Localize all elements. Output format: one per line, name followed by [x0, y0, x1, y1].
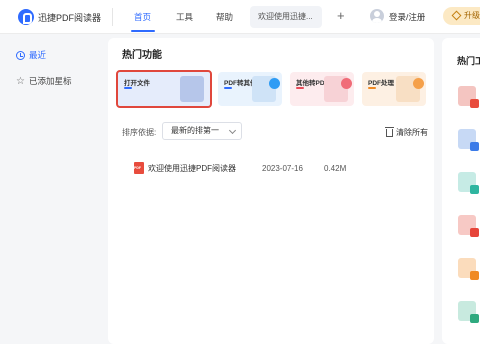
sidebar-item-label: 最近: [29, 50, 47, 60]
folder-icon: [180, 76, 204, 102]
upgrade-button[interactable]: 升级: [443, 7, 480, 25]
avatar[interactable]: [370, 9, 384, 23]
top-bar: 迅捷PDF阅读器 首页 工具 帮助 欢迎使用迅捷... + 登录/注册 升级: [0, 0, 480, 34]
clear-all-button[interactable]: 清除所有: [385, 126, 428, 138]
sort-value: 最新的排第一: [171, 126, 219, 135]
upgrade-label: 升级: [464, 11, 480, 20]
sidebar-item-label: 已添加星标: [28, 76, 72, 86]
right-panel: 热门工: [442, 38, 480, 344]
section-title: 热门功能: [122, 50, 162, 61]
pdf-process-card[interactable]: PDF处理: [362, 72, 426, 106]
pdf-to-excel-icon[interactable]: [458, 172, 479, 194]
card-label: 打开文件: [124, 80, 150, 87]
tab-document[interactable]: 欢迎使用迅捷...: [250, 6, 322, 28]
file-name: 欢迎使用迅捷PDF阅读器: [148, 164, 236, 173]
sort-dropdown[interactable]: 最新的排第一: [162, 122, 242, 140]
card-accent: [296, 87, 304, 89]
card-accent: [224, 87, 232, 89]
app-logo-icon: [18, 9, 34, 25]
pdf-to-word-icon[interactable]: [458, 86, 479, 108]
list-item[interactable]: 欢迎使用迅捷PDF阅读器 2023-07-16 0.42M: [132, 160, 422, 176]
process-icon: [396, 76, 424, 102]
divider: [112, 8, 113, 26]
file-size: 0.42M: [324, 164, 347, 173]
file-date: 2023-07-16: [262, 164, 303, 173]
card-accent: [368, 87, 376, 89]
trash-icon: [385, 126, 394, 137]
new-tab-button[interactable]: +: [337, 8, 345, 23]
main-panel: 热门功能 打开文件 PDF转其他 其他转PDF PDF处理 排序依据: 最新的排…: [108, 38, 434, 344]
pdf-tool-icon[interactable]: [458, 301, 479, 323]
pdf-to-word-icon-2[interactable]: [458, 129, 479, 151]
sidebar-item-recent[interactable]: 最近: [16, 49, 46, 61]
clear-all-label: 清除所有: [396, 128, 428, 137]
star-icon: ☆: [16, 75, 25, 87]
tab-home-underline: [131, 30, 155, 32]
tab-tools[interactable]: 工具: [176, 11, 193, 23]
app-title: 迅捷PDF阅读器: [38, 13, 102, 23]
pdf-file-icon: [134, 162, 144, 174]
sort-label: 排序依据:: [122, 128, 157, 137]
login-register-link[interactable]: 登录/注册: [389, 11, 425, 23]
pdf-to-other-card[interactable]: PDF转其他: [218, 72, 282, 106]
convert-icon: [252, 76, 280, 102]
pdf-to-ppt-icon[interactable]: [458, 258, 479, 280]
sidebar: 最近 ☆ 已添加星标: [0, 34, 100, 344]
tab-help[interactable]: 帮助: [216, 11, 233, 23]
to-pdf-icon: [324, 76, 352, 102]
right-panel-title: 热门工: [457, 56, 480, 66]
card-accent: [124, 87, 132, 89]
card-label: PDF处理: [368, 80, 394, 87]
chevron-down-icon: [228, 126, 237, 135]
diamond-icon: [451, 10, 462, 21]
other-to-pdf-card[interactable]: 其他转PDF: [290, 72, 354, 106]
tab-home[interactable]: 首页: [134, 11, 151, 23]
pdf-to-image-icon[interactable]: [458, 215, 479, 237]
sidebar-item-starred[interactable]: ☆ 已添加星标: [16, 75, 71, 87]
clock-icon: [16, 50, 25, 60]
open-file-card[interactable]: 打开文件: [116, 70, 212, 108]
